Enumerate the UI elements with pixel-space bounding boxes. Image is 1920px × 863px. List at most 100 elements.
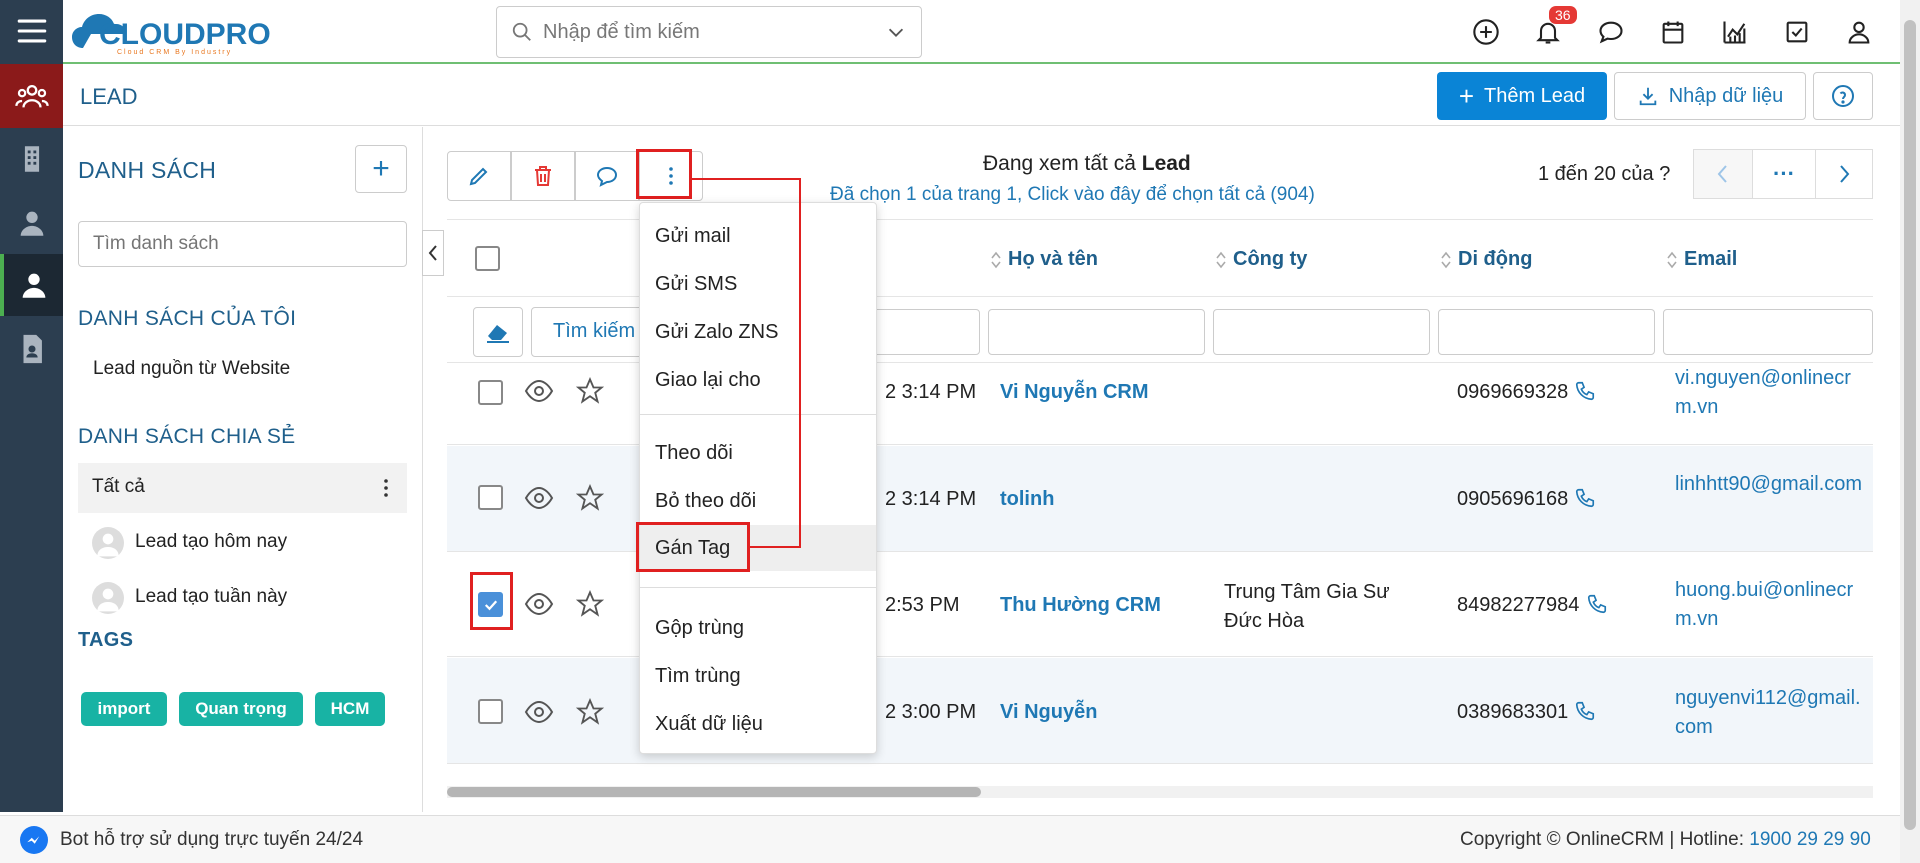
more-vertical-icon[interactable] (374, 476, 398, 500)
phone-icon[interactable] (1574, 380, 1596, 402)
import-data-button[interactable]: Nhập dữ liệu (1614, 72, 1806, 120)
chevron-left-icon (1717, 165, 1727, 183)
filter-input-mobile[interactable] (1438, 309, 1655, 355)
view-eye-icon[interactable] (524, 485, 554, 511)
filter-input-email[interactable] (1663, 309, 1873, 355)
view-eye-icon[interactable] (524, 378, 554, 404)
menu-item-follow[interactable]: Theo dõi (640, 430, 876, 476)
add-circle-icon[interactable] (1470, 16, 1502, 48)
viewing-entity: Lead (1141, 152, 1191, 175)
global-search[interactable] (496, 6, 922, 58)
search-filter-button[interactable]: Tìm kiếm (531, 307, 651, 357)
phone-icon[interactable] (1574, 487, 1596, 509)
task-check-icon[interactable] (1781, 16, 1813, 48)
list-panel: DANH SÁCH + DANH SÁCH CỦA TÔI Lead nguồn… (63, 127, 423, 812)
notification-badge: 36 (1549, 6, 1577, 24)
menu-item-merge-duplicates[interactable]: Gộp trùng (640, 605, 876, 651)
menu-item-export-data[interactable]: Xuất dữ liệu (640, 701, 876, 747)
more-pages-button[interactable]: ··· (1752, 149, 1816, 199)
tag-chip[interactable]: Quan trọng (179, 692, 303, 726)
search-input[interactable] (543, 20, 885, 44)
next-page-button[interactable] (1815, 149, 1873, 199)
chat-icon[interactable] (1595, 16, 1627, 48)
star-icon[interactable] (576, 377, 604, 405)
tag-chip[interactable]: import (81, 692, 167, 726)
row-checkbox[interactable] (478, 380, 503, 405)
edit-button[interactable] (447, 151, 511, 201)
highlight-assign-tag (636, 522, 750, 572)
clear-filter-button[interactable] (473, 307, 523, 357)
user-profile-icon[interactable] (1843, 16, 1875, 48)
view-eye-icon[interactable] (524, 591, 554, 617)
scrollbar-thumb[interactable] (1904, 20, 1916, 830)
horizontal-scrollbar[interactable] (447, 786, 1873, 798)
chevron-down-icon[interactable] (885, 21, 907, 43)
bot-support-text[interactable]: Bot hỗ trợ sử dụng trực tuyến 24/24 (60, 829, 363, 851)
column-header-mobile[interactable]: Di động (1440, 248, 1532, 271)
copyright-text: Copyright © OnlineCRM (1460, 829, 1665, 850)
delete-button[interactable] (511, 151, 575, 201)
comment-button[interactable] (575, 151, 639, 201)
my-list-item[interactable]: Lead nguồn từ Website (93, 358, 290, 380)
star-icon[interactable] (576, 484, 604, 512)
column-header-email[interactable]: Email (1666, 248, 1737, 271)
star-icon[interactable] (576, 698, 604, 726)
row-name-link[interactable]: Thu Hường CRM (1000, 594, 1161, 617)
row-name-link[interactable]: Vi Nguyễn (1000, 701, 1097, 724)
rail-contact-icon[interactable] (0, 192, 63, 254)
shared-list-item[interactable]: Lead tạo tuần này (135, 586, 287, 608)
menu-item-send-zalo[interactable]: Gửi Zalo ZNS (640, 309, 876, 355)
column-header-name[interactable]: Họ và tên (990, 248, 1098, 271)
add-list-button[interactable]: + (355, 145, 407, 193)
report-chart-icon[interactable] (1719, 16, 1751, 48)
rail-document-icon[interactable] (0, 318, 63, 380)
phone-icon[interactable] (1586, 593, 1608, 615)
menu-divider (640, 587, 876, 588)
list-search-input[interactable] (78, 221, 407, 267)
row-email-link[interactable]: huong.bui@onlinecrm.vn (1675, 576, 1870, 634)
phone-icon[interactable] (1574, 700, 1596, 722)
row-name-link[interactable]: Vi Nguyễn CRM (1000, 381, 1149, 404)
add-lead-button[interactable]: + Thêm Lead (1437, 72, 1607, 120)
filter-input-name[interactable] (988, 309, 1205, 355)
cloudpro-logo[interactable]: CLOUDPRO Cloud CRM By Industry (71, 4, 311, 60)
row-email-link[interactable]: vi.nguyen@onlinecrm.vn (1675, 364, 1870, 422)
row-name-link[interactable]: tolinh (1000, 488, 1054, 511)
row-checkbox[interactable] (478, 485, 503, 510)
menu-item-unfollow[interactable]: Bỏ theo dõi (640, 478, 876, 524)
star-icon[interactable] (576, 590, 604, 618)
rail-lead-icon[interactable] (0, 254, 63, 316)
menu-item-reassign[interactable]: Giao lại cho (640, 357, 876, 403)
help-button[interactable] (1813, 72, 1873, 120)
shared-list-item-all[interactable]: Tất cả (78, 463, 407, 513)
column-header-company[interactable]: Công ty (1215, 248, 1307, 271)
row-email-link[interactable]: linhhtt90@gmail.com (1675, 470, 1870, 499)
chevron-left-icon (428, 245, 437, 261)
row-email-link[interactable]: nguyenvi112@gmail.com (1675, 684, 1870, 742)
select-all-link[interactable]: Đã chọn 1 của trang 1, Click vào đây để … (830, 184, 1315, 206)
view-eye-icon[interactable] (524, 699, 554, 725)
menu-item-find-duplicates[interactable]: Tìm trùng (640, 653, 876, 699)
rail-building-icon[interactable] (0, 128, 63, 190)
vertical-scrollbar[interactable] (1900, 0, 1920, 863)
tag-chip[interactable]: HCM (315, 692, 385, 726)
messenger-icon[interactable] (20, 826, 48, 854)
filter-input[interactable] (865, 309, 980, 355)
shared-list-item[interactable]: Lead tạo hôm nay (135, 531, 287, 553)
collapse-panel-button[interactable] (422, 230, 444, 276)
menu-item-send-mail[interactable]: Gửi mail (640, 213, 876, 259)
scrollbar-thumb[interactable] (447, 787, 981, 797)
prev-page-button[interactable] (1693, 149, 1753, 199)
download-icon (1639, 87, 1656, 106)
row-checkbox[interactable] (478, 699, 503, 724)
select-all-checkbox[interactable] (475, 246, 500, 271)
filter-input-company[interactable] (1213, 309, 1430, 355)
rail-leads-group-icon[interactable] (0, 64, 63, 128)
calendar-icon[interactable] (1657, 16, 1689, 48)
highlight-checkbox (470, 572, 513, 630)
connector-line (799, 178, 801, 548)
hamburger-menu-icon[interactable] (0, 0, 63, 62)
hotline-number[interactable]: 1900 29 29 90 (1749, 829, 1871, 850)
menu-item-send-sms[interactable]: Gửi SMS (640, 261, 876, 307)
row-mobile: 0905696168 (1457, 488, 1569, 510)
